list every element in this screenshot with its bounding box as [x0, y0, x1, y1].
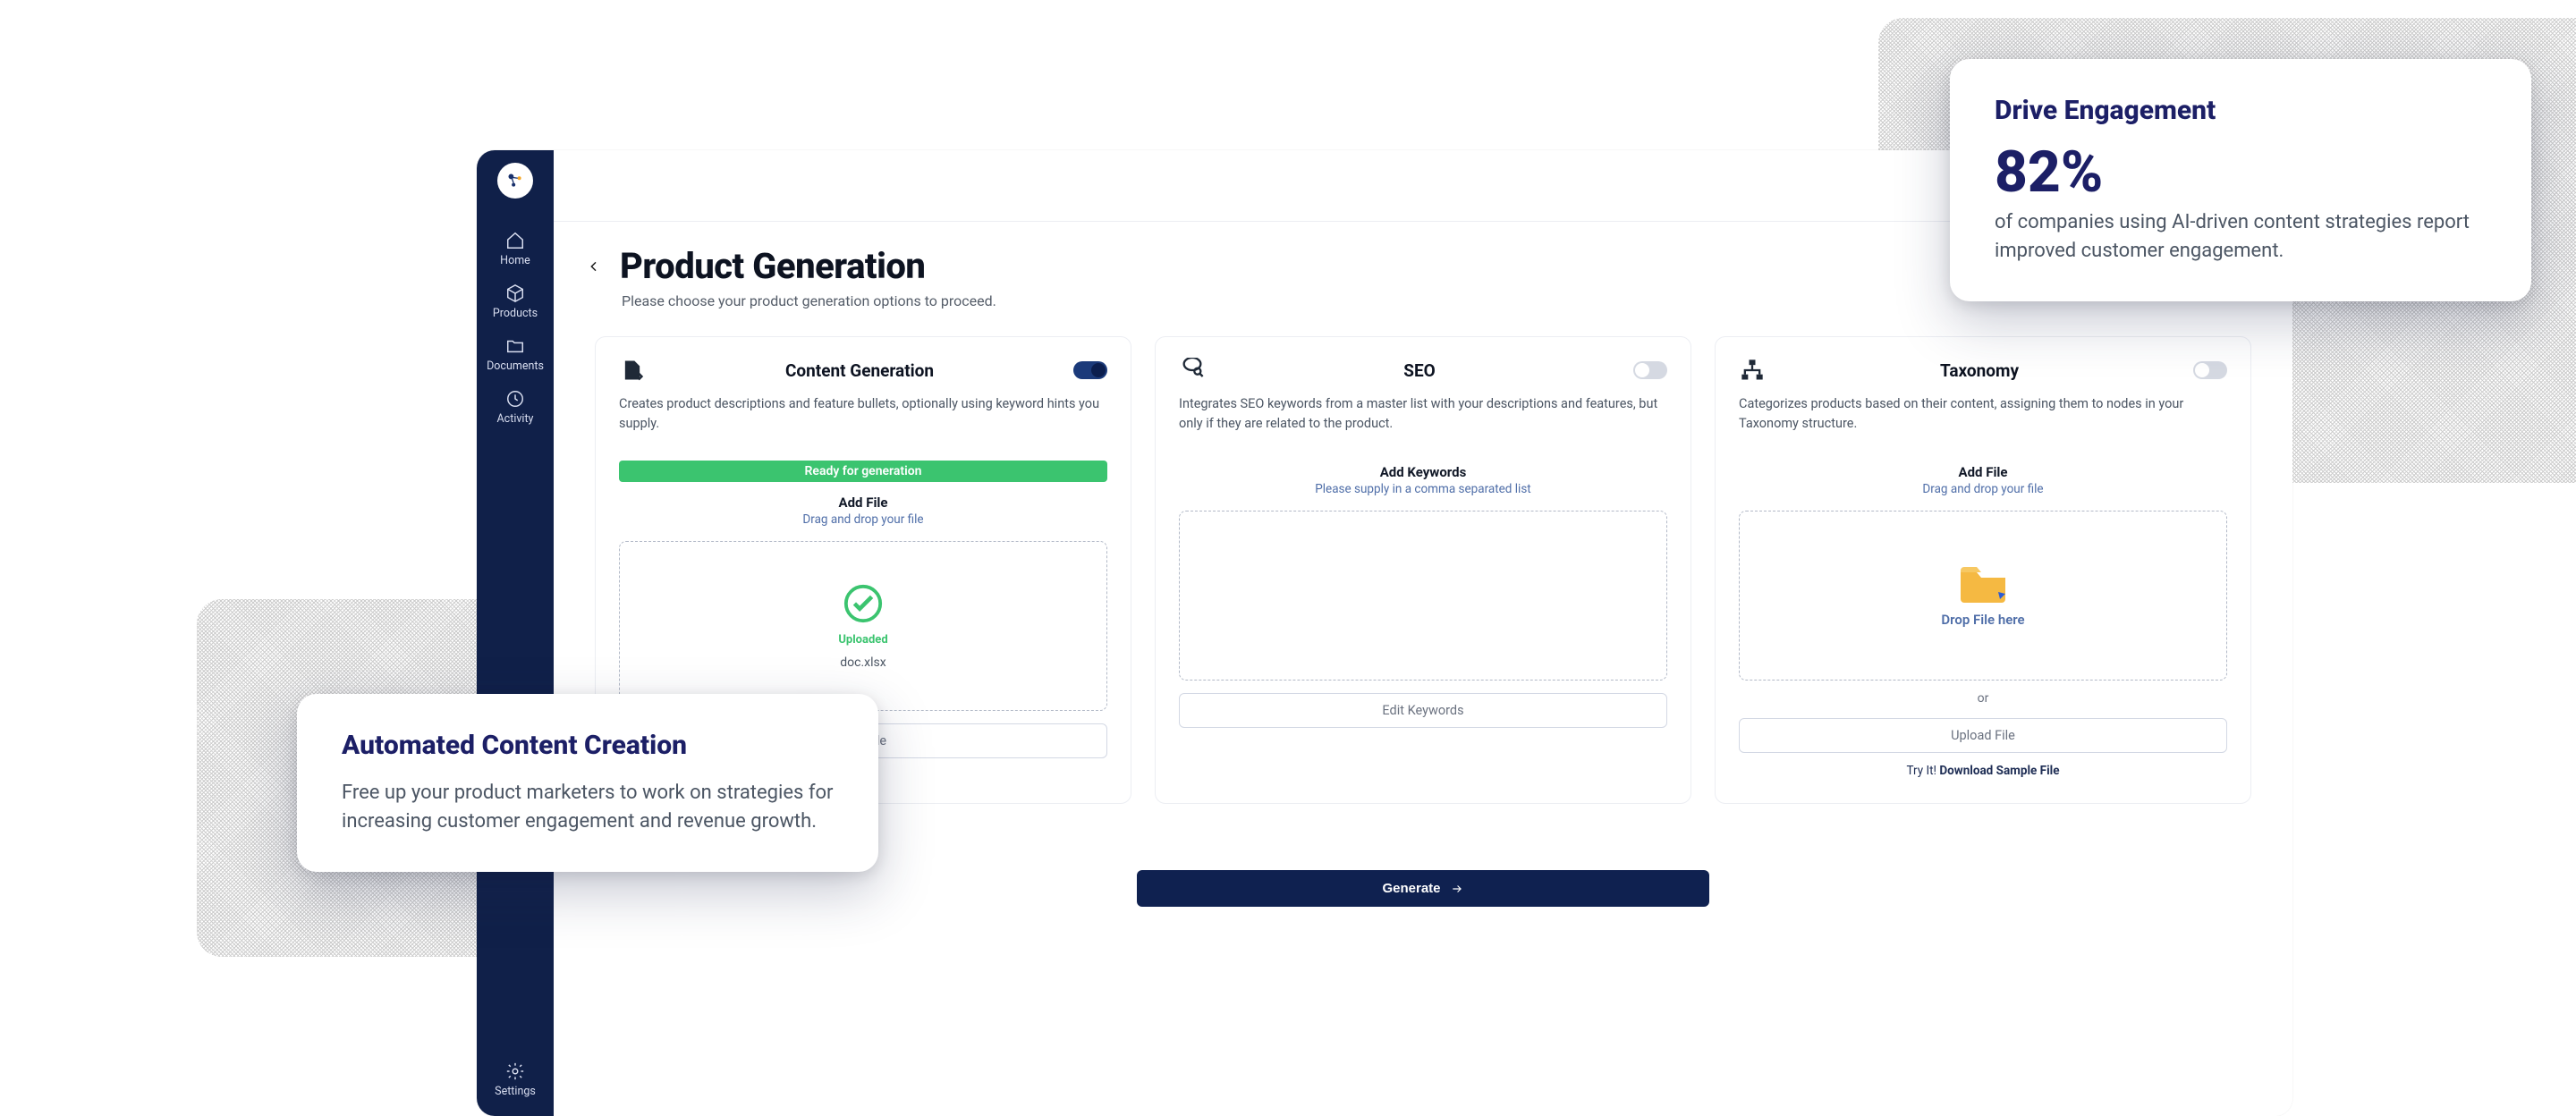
chevron-left-icon: [587, 259, 601, 274]
callout-engagement: Drive Engagement 82% of companies using …: [1950, 59, 2531, 301]
upload-file-button[interactable]: Upload File: [1739, 718, 2227, 753]
gear-icon: [505, 1061, 525, 1081]
or-label: or: [1739, 691, 2227, 706]
toggle-content-generation[interactable]: [1073, 361, 1107, 379]
page-title: Product Generation: [620, 245, 925, 287]
add-file-label: Add File: [619, 495, 1107, 511]
callout-body: Free up your product marketers to work o…: [342, 779, 834, 836]
toggle-seo[interactable]: [1633, 361, 1667, 379]
status-badge: Ready for generation: [619, 461, 1107, 482]
add-keywords-label: Add Keywords: [1179, 464, 1667, 480]
try-it-line: Try It! Download Sample File: [1739, 764, 2227, 778]
check-circle-icon: [843, 583, 884, 624]
uploaded-filename: doc.xlsx: [840, 655, 886, 670]
generate-button[interactable]: Generate: [1137, 870, 1709, 907]
brand-icon: [505, 171, 525, 190]
file-upload-status: Uploaded: [838, 633, 887, 647]
card-seo: SEO Integrates SEO keywords from a maste…: [1155, 336, 1691, 804]
taxonomy-icon: [1739, 357, 1766, 384]
sidebar-item-label: Home: [500, 254, 530, 267]
download-sample-link[interactable]: Download Sample File: [1939, 764, 2059, 778]
sidebar-item-activity[interactable]: Activity: [477, 382, 554, 435]
content-icon: [619, 357, 646, 384]
sidebar-item-products[interactable]: Products: [477, 276, 554, 329]
sidebar-item-home[interactable]: Home: [477, 224, 554, 276]
callout-percentage: 82%: [1995, 144, 2487, 201]
sidebar-item-settings[interactable]: Settings: [477, 1054, 554, 1107]
add-file-hint: Drag and drop your file: [1739, 482, 2227, 496]
callout-automation: Automated Content Creation Free up your …: [297, 694, 878, 872]
card-description: Categorizes products based on their cont…: [1739, 394, 2227, 452]
back-button[interactable]: [584, 257, 604, 276]
brand-logo[interactable]: [497, 163, 533, 199]
home-icon: [505, 231, 525, 250]
card-taxonomy: Taxonomy Categorizes products based on t…: [1715, 336, 2251, 804]
folder-icon: [505, 336, 525, 356]
folder-upload-icon: [1959, 563, 2007, 603]
sidebar-item-label: Products: [493, 307, 538, 320]
sidebar: Home Products Documents Activity Setting…: [477, 150, 554, 1116]
sidebar-item-label: Settings: [495, 1085, 536, 1098]
drop-file-label: Drop File here: [1941, 612, 2024, 628]
card-description: Integrates SEO keywords from a master li…: [1179, 394, 1667, 452]
box-icon: [505, 283, 525, 303]
edit-keywords-button[interactable]: Edit Keywords: [1179, 693, 1667, 728]
dropzone-content[interactable]: Uploaded doc.xlsx: [619, 541, 1107, 711]
generate-row: Generate: [554, 870, 2292, 907]
card-title: SEO: [1206, 360, 1633, 381]
callout-heading: Automated Content Creation: [342, 730, 834, 761]
clock-icon: [505, 389, 525, 409]
generate-button-label: Generate: [1382, 881, 1440, 896]
card-title: Taxonomy: [1766, 360, 2193, 381]
callout-body: of companies using AI-driven content str…: [1995, 208, 2487, 266]
add-file-label: Add File: [1739, 464, 2227, 480]
add-keywords-hint: Please supply in a comma separated list: [1179, 482, 1667, 496]
callout-heading: Drive Engagement: [1995, 95, 2487, 126]
arrow-right-icon: [1450, 883, 1464, 895]
sidebar-item-documents[interactable]: Documents: [477, 329, 554, 382]
card-description: Creates product descriptions and feature…: [619, 394, 1107, 452]
keywords-textarea[interactable]: [1179, 511, 1667, 681]
toggle-taxonomy[interactable]: [2193, 361, 2227, 379]
try-it-prefix: Try It!: [1906, 764, 1939, 778]
dropzone-taxonomy[interactable]: Drop File here: [1739, 511, 2227, 681]
add-file-hint: Drag and drop your file: [619, 512, 1107, 527]
card-title: Content Generation: [646, 360, 1073, 381]
seo-icon: [1179, 357, 1206, 384]
sidebar-item-label: Documents: [487, 359, 544, 373]
sidebar-item-label: Activity: [497, 412, 534, 426]
